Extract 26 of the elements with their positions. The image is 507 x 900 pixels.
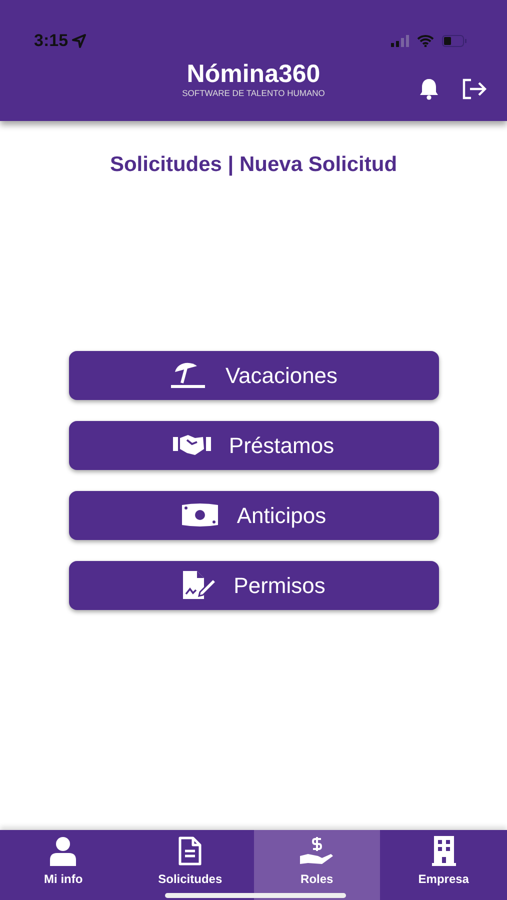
tab-bar-item[interactable]: Empresa <box>380 830 507 900</box>
tab-bar-item[interactable]: Mi info <box>0 830 127 900</box>
status-time: 3:15 <box>34 30 68 52</box>
banknote-icon <box>180 502 219 528</box>
umbrella-icon <box>169 360 208 390</box>
app-subtitle: SOFTWARE DE TALENTO HUMANO <box>182 87 325 100</box>
request-option-button[interactable]: Vacaciones <box>68 350 438 400</box>
tab-bar-item[interactable]: Roles <box>254 830 380 900</box>
logout-icon[interactable] <box>461 78 487 100</box>
user-icon <box>50 836 76 866</box>
request-option-button[interactable]: Permisos <box>68 560 438 610</box>
app-title: Nómina360 <box>186 62 320 87</box>
tab-bar-item[interactable]: Solicitudes <box>126 830 254 900</box>
request-option-button[interactable]: Anticipos <box>68 490 438 540</box>
battery-icon <box>442 35 467 47</box>
building-icon <box>432 836 456 866</box>
document-icon <box>178 836 202 866</box>
signal-icon <box>391 35 409 47</box>
request-option-button[interactable]: Préstamos <box>68 420 438 470</box>
document-pen-icon <box>182 570 216 600</box>
handshake-icon <box>172 433 211 457</box>
hand-coin-icon <box>300 836 334 866</box>
location-arrow-icon <box>72 34 86 48</box>
bell-icon[interactable] <box>419 78 439 100</box>
wifi-icon <box>417 35 434 47</box>
page-title: Solicitudes | Nueva Solicitud <box>110 152 398 178</box>
